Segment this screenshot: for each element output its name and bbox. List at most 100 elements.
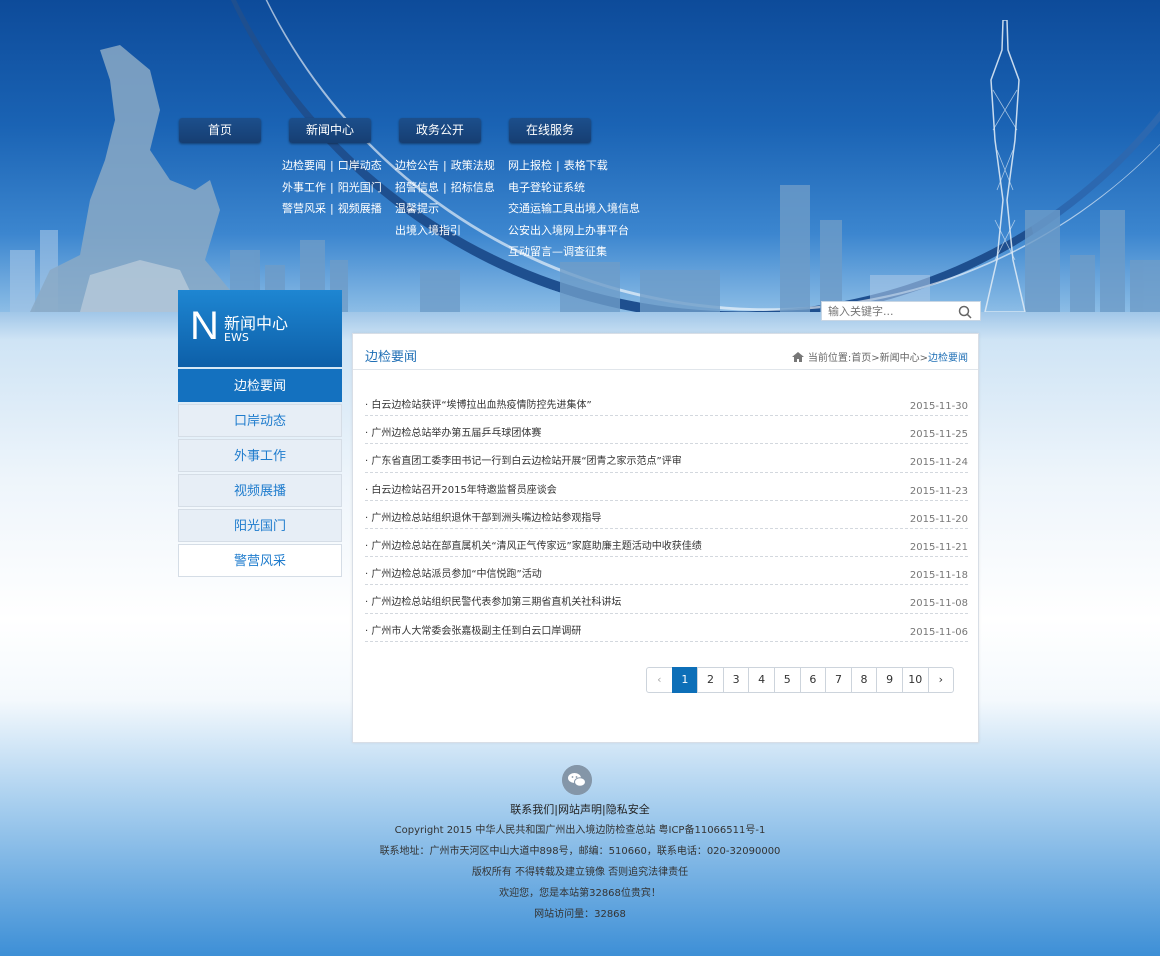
news-title[interactable]: · 广州市人大常委会张嘉极副主任到白云口岸调研 (365, 622, 581, 637)
news-item[interactable]: · 广州边检总站组织民警代表参加第三期省直机关社科讲坛 2015-11-08 (365, 585, 968, 614)
news-item[interactable]: · 白云边检站召开2015年特邀监督员座谈会 2015-11-23 (365, 473, 968, 501)
submenu-link[interactable]: 阳光国门 (338, 181, 382, 194)
news-date: 2015-11-30 (909, 401, 968, 412)
page-button-8[interactable]: 8 (850, 667, 878, 693)
news-title[interactable]: · 广州边检总站组织退休干部到洲头嘴边检站参观指导 (365, 509, 601, 524)
side-item-foreign-affairs[interactable]: 外事工作 (178, 439, 342, 472)
submenu-gov: 边检公告 | 政策法规 招警信息 | 招标信息 温馨提示 出境入境指引 (395, 159, 495, 237)
submenu-link[interactable]: 出境入境指引 (395, 224, 461, 237)
side-item-port-news[interactable]: 口岸动态 (178, 404, 342, 437)
footer-links[interactable]: 联系我们|网站声明|隐私安全 (330, 802, 830, 823)
search-box (821, 301, 981, 321)
side-item-sunshine-gate[interactable]: 阳光国门 (178, 509, 342, 542)
pagination: ‹ 1 2 3 4 5 6 7 8 9 10 › (646, 667, 955, 693)
news-item[interactable]: · 广州边检总站组织退休干部到洲头嘴边检站参观指导 2015-11-20 (365, 501, 968, 529)
submenu-news: 边检要闻 | 口岸动态 外事工作 | 阳光国门 警营风采 | 视频展播 (282, 159, 382, 216)
news-date: 2015-11-18 (909, 570, 968, 582)
news-title[interactable]: · 广州边检总站在部直属机关“清风正气传家远”家庭助廉主题活动中收获佳绩 (365, 537, 702, 552)
side-menu: 边检要闻 口岸动态 外事工作 视频展播 阳光国门 警营风采 (178, 369, 342, 579)
breadcrumb-current: 边检要闻 (928, 353, 968, 364)
news-date: 2015-11-06 (909, 626, 968, 638)
footer-address: 联系地址：广州市天河区中山大道中898号，邮编：510660，联系电话：020-… (379, 846, 781, 857)
news-date: 2015-11-20 (909, 513, 968, 525)
nav-online-service[interactable]: 在线服务 (509, 118, 591, 143)
submenu-link[interactable]: 招标信息 (451, 181, 495, 194)
footer: 联系我们|网站声明|隐私安全 Copyright 2015 中华人民共和国广州出… (330, 802, 830, 928)
breadcrumb-news-center[interactable]: 新闻中心 (880, 353, 920, 364)
nav-government-affairs[interactable]: 政务公开 (399, 118, 481, 143)
page-button-9[interactable]: 9 (876, 667, 903, 693)
footer-visits: 网站访问量：32868 (534, 909, 626, 920)
footer-copyright: Copyright 2015 中华人民共和国广州出入境边防检查总站 粤ICP备1… (394, 825, 766, 836)
footer-welcome: 欢迎您，您是本站第32868位贵宾！ (499, 888, 661, 899)
submenu-link[interactable]: 边检要闻 (282, 159, 326, 172)
page-button-6[interactable]: 6 (799, 667, 827, 693)
submenu-link[interactable]: 口岸动态 (338, 159, 382, 172)
page-button-3[interactable]: 3 (722, 667, 750, 693)
submenu-link[interactable]: 温馨提示 (395, 202, 439, 215)
submenu-link[interactable]: 表格下载 (564, 159, 608, 172)
home-icon (791, 352, 804, 362)
footer-rights: 版权所有 不得转载及建立镜像 否则追究法律责任 (471, 867, 689, 878)
side-item-police-style[interactable]: 警营风采 (178, 544, 342, 577)
page-button-4[interactable]: 4 (748, 667, 775, 693)
news-item[interactable]: · 广州边检总站派员参加“中信悦跑”活动 2015-11-18 (365, 557, 968, 586)
nav-home[interactable]: 首页 (179, 118, 261, 143)
breadcrumb-prefix: 当前位置: (807, 353, 852, 364)
page-button-5[interactable]: 5 (773, 667, 801, 693)
submenu-link[interactable]: 政策法规 (451, 159, 495, 172)
submenu-link[interactable]: 公安出入境网上办事平台 (508, 224, 629, 237)
news-date: 2015-11-25 (909, 429, 968, 441)
news-date: 2015-11-23 (909, 485, 968, 497)
submenu-link[interactable]: 电子登轮证系统 (508, 181, 585, 194)
page-button-10[interactable]: 10 (901, 667, 929, 693)
next-page-button[interactable]: › (927, 667, 955, 693)
news-item[interactable]: · 广州边检总站举办第五届乒乓球团体赛 2015-11-25 (365, 416, 968, 445)
nav-news-center[interactable]: 新闻中心 (289, 118, 371, 143)
prev-page-button[interactable]: ‹ (646, 667, 673, 693)
breadcrumb-home[interactable]: 首页 (851, 353, 871, 364)
search-icon[interactable] (958, 305, 972, 319)
submenu-link[interactable]: 招警信息 (395, 181, 439, 194)
search-input[interactable] (822, 302, 952, 320)
submenu-link[interactable]: 视频展播 (338, 202, 382, 215)
section-header: N 新闻中心 EWS (178, 290, 342, 367)
news-item[interactable]: · 白云边检站获评“埃博拉出血热疫情防控先进集体” 2015-11-30 (365, 388, 968, 417)
news-title[interactable]: · 广州边检总站派员参加“中信悦跑”活动 (365, 565, 542, 580)
canton-tower-image (984, 20, 1026, 312)
panel-header: 边检要闻 当前位置:首页>新闻中心>边检要闻 (353, 334, 978, 370)
section-subtitle: EWS (224, 331, 249, 344)
five-rams-statue-image (30, 45, 235, 312)
page-button-7[interactable]: 7 (825, 667, 852, 693)
news-title[interactable]: · 广州边检总站组织民警代表参加第三期省直机关社科讲坛 (365, 593, 621, 608)
breadcrumb-separator: > (919, 353, 928, 364)
news-title[interactable]: · 广州边检总站举办第五届乒乓球团体赛 (365, 424, 541, 439)
wechat-icon[interactable] (562, 765, 592, 795)
news-item[interactable]: · 广州边检总站在部直属机关“清风正气传家远”家庭助廉主题活动中收获佳绩 2015… (365, 529, 968, 558)
news-title[interactable]: · 白云边检站召开2015年特邀监督员座谈会 (365, 481, 557, 496)
breadcrumb-separator: > (871, 353, 880, 364)
section-letter: N (190, 304, 219, 348)
page-button-2[interactable]: 2 (697, 667, 724, 693)
side-item-videos[interactable]: 视频展播 (178, 474, 342, 507)
submenu-link[interactable]: 警营风采 (282, 202, 326, 215)
submenu-link[interactable]: 交通运输工具出境入境信息 (508, 202, 640, 215)
panel-title: 边检要闻 (365, 350, 418, 365)
news-date: 2015-11-21 (909, 541, 968, 553)
submenu-link[interactable]: 网上报检 (508, 159, 552, 172)
news-item[interactable]: · 广州市人大常委会张嘉极副主任到白云口岸调研 2015-11-06 (365, 614, 968, 642)
content-panel: 边检要闻 当前位置:首页>新闻中心>边检要闻 · 白云边检站获评“埃博拉出血热疫… (352, 333, 979, 743)
side-item-border-news[interactable]: 边检要闻 (178, 369, 342, 402)
news-title[interactable]: · 白云边检站获评“埃博拉出血热疫情防控先进集体” (365, 396, 592, 411)
news-title[interactable]: · 广东省直团工委李田书记一行到白云边检站开展“团青之家示范点”评审 (365, 452, 682, 467)
news-item[interactable]: · 广东省直团工委李田书记一行到白云边检站开展“团青之家示范点”评审 2015-1… (365, 444, 968, 473)
page-button-1[interactable]: 1 (671, 667, 699, 693)
breadcrumb: 当前位置:首页>新闻中心>边检要闻 (791, 349, 968, 364)
news-date: 2015-11-24 (909, 457, 968, 469)
submenu-service: 网上报检 | 表格下载 电子登轮证系统 交通运输工具出境入境信息 公安出入境网上办事… (508, 159, 640, 259)
submenu-link[interactable]: 外事工作 (282, 181, 326, 194)
submenu-link[interactable]: 互动留言—调查征集 (508, 245, 607, 258)
submenu-link[interactable]: 边检公告 (395, 159, 439, 172)
news-date: 2015-11-08 (909, 598, 968, 610)
news-list: · 白云边检站获评“埃博拉出血热疫情防控先进集体” 2015-11-30 · 广州… (365, 388, 968, 642)
